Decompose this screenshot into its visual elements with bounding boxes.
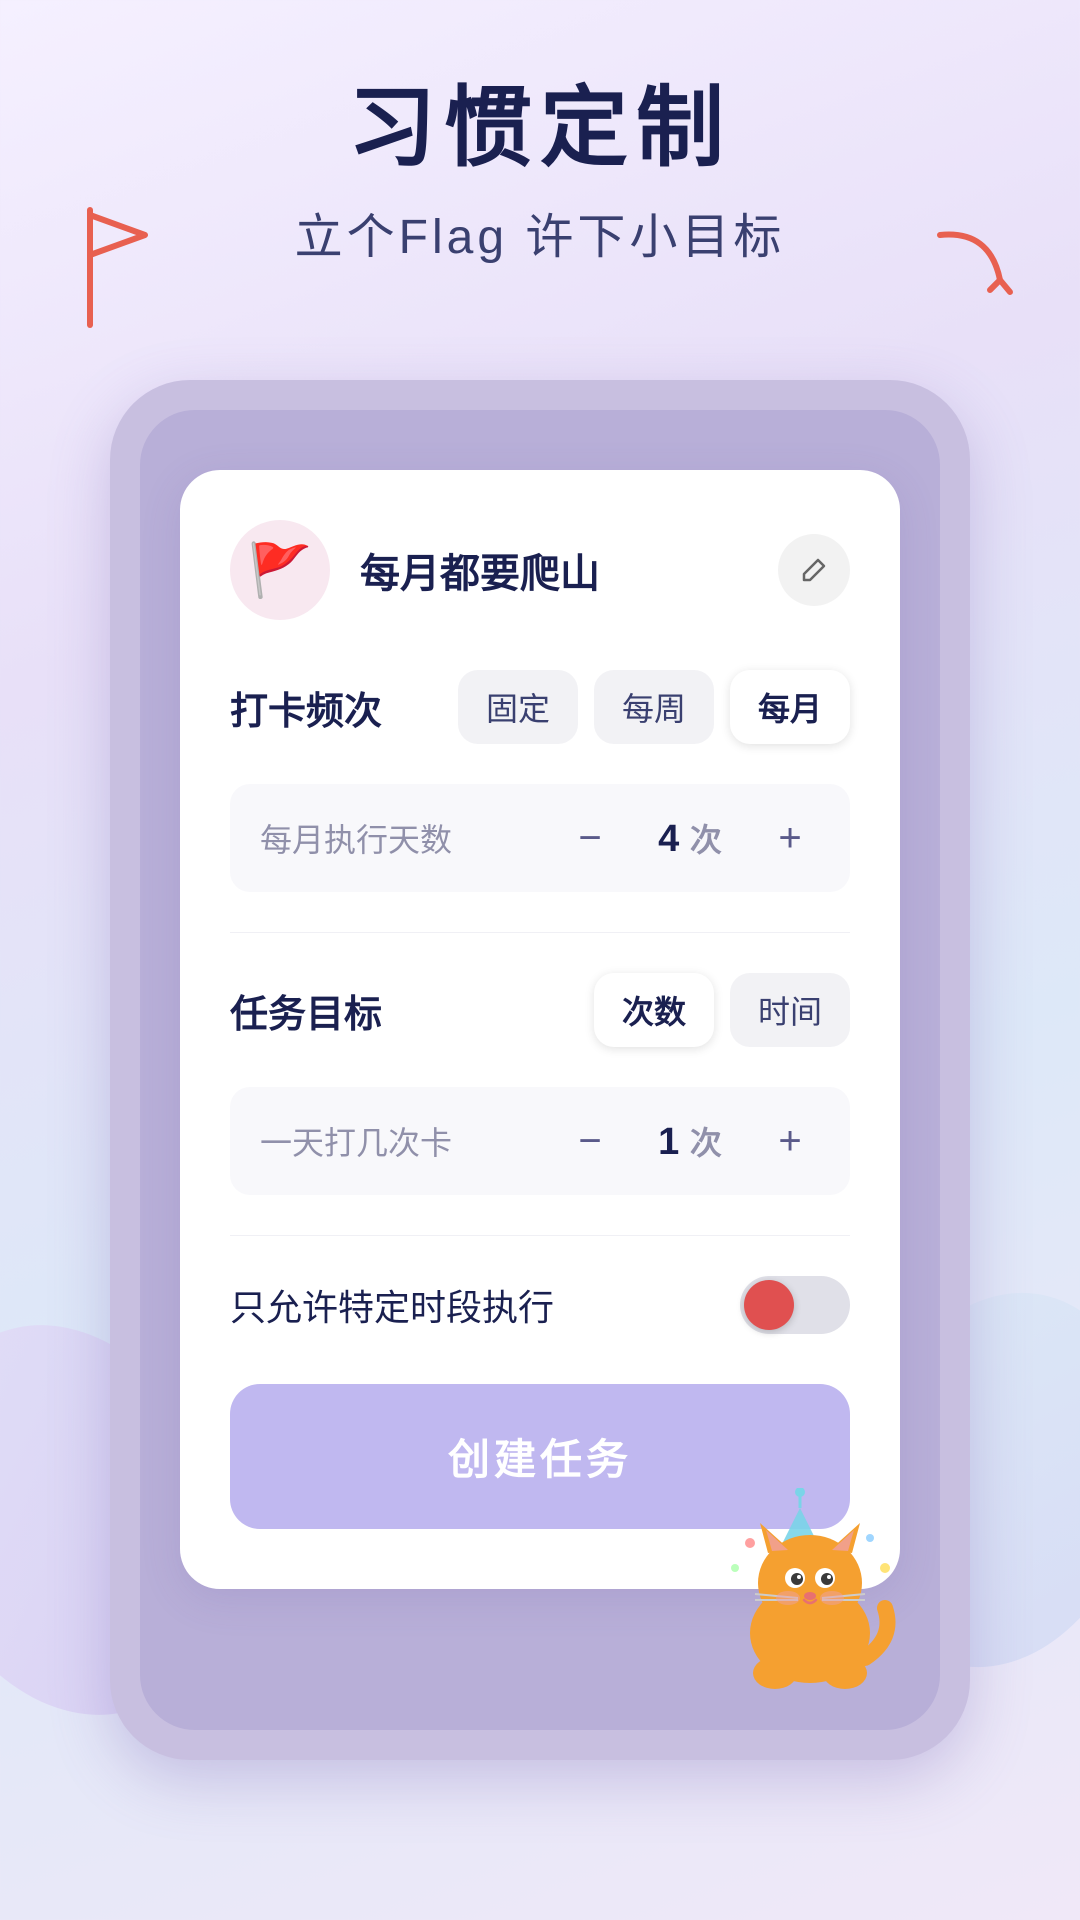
tab-weekly[interactable]: 每周 bbox=[594, 670, 714, 744]
habit-icon: 🚩 bbox=[230, 520, 330, 620]
daily-minus-btn[interactable]: − bbox=[560, 1111, 620, 1171]
subtitle: 立个Flag 许下小目标 bbox=[0, 197, 1080, 267]
monthly-plus-btn[interactable]: + bbox=[760, 808, 820, 868]
header: 习惯定制 立个Flag 许下小目标 bbox=[0, 0, 1080, 267]
tab-fixed[interactable]: 固定 bbox=[458, 670, 578, 744]
daily-checkin-label: 一天打几次卡 bbox=[260, 1118, 452, 1164]
monthly-days-value: 4 次 bbox=[650, 815, 730, 861]
toggle-knob bbox=[744, 1280, 794, 1330]
tab-time[interactable]: 时间 bbox=[730, 973, 850, 1047]
frequency-tabs: 固定 每周 每月 bbox=[458, 670, 850, 744]
flag-decoration bbox=[60, 200, 160, 335]
divider-2 bbox=[230, 1235, 850, 1236]
device-mockup: 🚩 每月都要爬山 打卡频次 固定 每周 每月 bbox=[110, 380, 970, 1760]
monthly-minus-btn[interactable]: − bbox=[560, 808, 620, 868]
time-restriction-toggle[interactable] bbox=[740, 1276, 850, 1334]
tab-monthly[interactable]: 每月 bbox=[730, 670, 850, 744]
frequency-row: 打卡频次 固定 每周 每月 bbox=[230, 670, 850, 744]
card-header: 🚩 每月都要爬山 bbox=[230, 520, 850, 620]
habit-emoji: 🚩 bbox=[248, 540, 313, 601]
daily-plus-btn[interactable]: + bbox=[760, 1111, 820, 1171]
habit-card: 🚩 每月都要爬山 打卡频次 固定 每周 每月 bbox=[180, 470, 900, 1589]
frequency-section: 打卡频次 固定 每周 每月 bbox=[230, 670, 850, 744]
arrow-decoration bbox=[930, 220, 1030, 325]
monthly-counter-controls: − 4 次 + bbox=[560, 808, 820, 868]
divider-1 bbox=[230, 932, 850, 933]
edit-button[interactable] bbox=[778, 534, 850, 606]
main-title: 习惯定制 bbox=[0, 80, 1080, 177]
task-tabs: 次数 时间 bbox=[594, 973, 850, 1047]
daily-checkin-counter: 一天打几次卡 − 1 次 + bbox=[230, 1087, 850, 1195]
daily-counter-controls: − 1 次 + bbox=[560, 1111, 820, 1171]
device-inner: 🚩 每月都要爬山 打卡频次 固定 每周 每月 bbox=[140, 410, 940, 1730]
task-target-section: 任务目标 次数 时间 bbox=[230, 973, 850, 1047]
daily-checkin-value: 1 次 bbox=[650, 1118, 730, 1164]
task-target-row: 任务目标 次数 时间 bbox=[230, 973, 850, 1047]
time-restriction-label: 只允许特定时段执行 bbox=[230, 1279, 554, 1331]
cat-decoration bbox=[710, 1488, 910, 1720]
task-target-label: 任务目标 bbox=[230, 983, 382, 1038]
monthly-days-counter: 每月执行天数 − 4 次 + bbox=[230, 784, 850, 892]
time-restriction-row: 只允许特定时段执行 bbox=[230, 1276, 850, 1334]
tab-count[interactable]: 次数 bbox=[594, 973, 714, 1047]
frequency-label: 打卡频次 bbox=[230, 680, 382, 735]
monthly-days-label: 每月执行天数 bbox=[260, 815, 452, 861]
habit-name: 每月都要爬山 bbox=[360, 541, 778, 599]
